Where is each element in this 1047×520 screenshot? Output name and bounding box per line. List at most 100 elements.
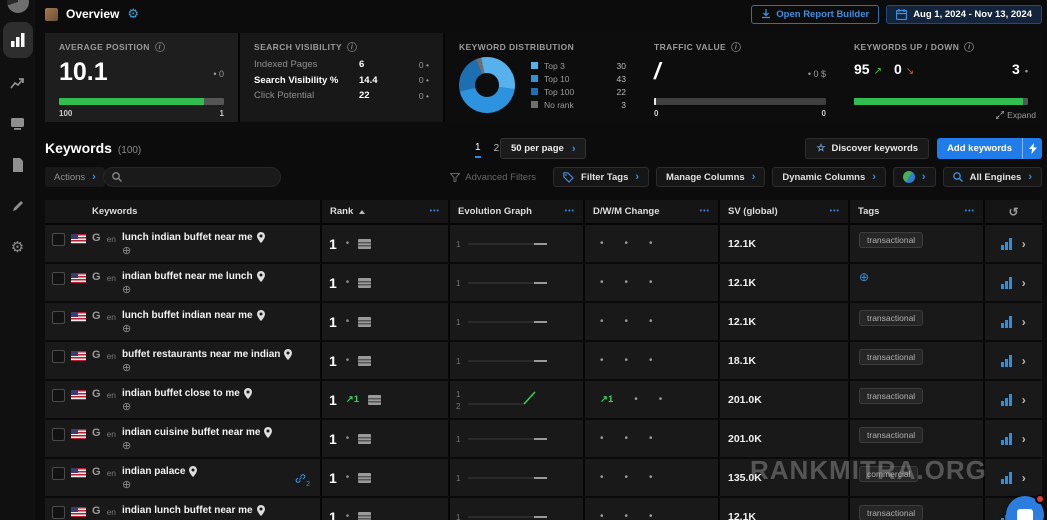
chat-widget-button[interactable] — [1006, 494, 1045, 520]
row-expand-chevron[interactable]: › — [1022, 354, 1026, 368]
page-1-button[interactable]: 1 — [475, 142, 481, 158]
add-keywords-button[interactable]: Add keywords — [937, 138, 1022, 159]
refresh-column[interactable]: ↺ — [983, 200, 1042, 223]
add-tag-icon[interactable]: ⊕ — [859, 271, 869, 283]
serp-preview-icon[interactable] — [358, 472, 372, 483]
sidebar-item-edit[interactable] — [3, 190, 33, 222]
keyword-text[interactable]: indian cuisine buffet near me — [122, 427, 260, 438]
add-related-icon[interactable]: ⊕ — [122, 480, 197, 491]
click-potential-row[interactable]: Click Potential 22 0 • — [254, 90, 429, 101]
row-checkbox[interactable] — [52, 272, 65, 285]
column-keywords[interactable]: Keywords — [45, 200, 320, 223]
table-row[interactable]: G en indian lunch buffet near me ⊕ 1 • — [45, 498, 1042, 520]
info-icon[interactable]: i — [964, 42, 975, 52]
sidebar-item-documents[interactable] — [3, 149, 33, 181]
keyword-text[interactable]: indian buffet near me lunch — [122, 271, 253, 282]
keyword-stats-icon[interactable] — [1001, 276, 1012, 289]
date-range-picker[interactable]: Aug 1, 2024 - Nov 13, 2024 — [886, 4, 1042, 24]
locale-selector-button[interactable]: › — [892, 167, 936, 187]
table-row[interactable]: G en indian palace ⊕ 2 1 • 1 • • • 135.0… — [45, 459, 1042, 498]
row-expand-chevron[interactable]: › — [1022, 237, 1026, 251]
evolution-graph[interactable]: 1 — [448, 264, 583, 301]
tag-badge[interactable]: transactional — [859, 388, 924, 404]
sidebar-item-reports[interactable] — [3, 108, 33, 140]
magic-add-button[interactable] — [1022, 138, 1042, 159]
serp-preview-icon[interactable] — [358, 238, 372, 249]
keyword-stats-icon[interactable] — [1001, 237, 1012, 250]
info-icon[interactable]: i — [154, 42, 165, 52]
keyword-stats-icon[interactable] — [1001, 432, 1012, 445]
keyword-text[interactable]: indian buffet close to me — [122, 388, 240, 399]
table-row[interactable]: G en buffet restaurants near me indian ⊕… — [45, 342, 1042, 381]
keyword-stats-icon[interactable] — [1001, 315, 1012, 328]
sidebar-item-settings[interactable]: ⚙ — [3, 231, 33, 263]
manage-columns-button[interactable]: Manage Columns › — [656, 167, 766, 187]
evolution-graph[interactable]: 1 — [448, 303, 583, 340]
evolution-graph[interactable]: 1 — [448, 225, 583, 262]
evolution-graph[interactable]: 1 — [448, 498, 583, 520]
row-checkbox[interactable] — [52, 467, 65, 480]
row-checkbox[interactable] — [52, 311, 65, 324]
column-tags[interactable]: Tags ••• — [848, 200, 983, 223]
add-related-icon[interactable]: ⊕ — [122, 363, 292, 374]
sidebar-item-trends[interactable] — [3, 67, 33, 99]
keyword-stats-icon[interactable] — [1001, 354, 1012, 367]
serp-preview-icon[interactable] — [358, 316, 372, 327]
discover-keywords-button[interactable]: ☆ Discover keywords — [805, 138, 930, 159]
row-checkbox[interactable] — [52, 233, 65, 246]
info-icon[interactable]: i — [731, 42, 742, 52]
serp-preview-icon[interactable] — [358, 433, 372, 444]
info-icon[interactable]: i — [347, 42, 358, 52]
serp-preview-icon[interactable] — [358, 277, 372, 288]
keyword-text[interactable]: lunch indian buffet near me — [122, 232, 253, 243]
tag-badge[interactable]: commercial — [859, 466, 919, 482]
evolution-graph[interactable]: 1 2 — [448, 381, 583, 418]
row-checkbox[interactable] — [52, 389, 65, 402]
all-engines-button[interactable]: All Engines › — [942, 167, 1042, 187]
column-sv-global[interactable]: SV (global) ••• — [718, 200, 848, 223]
tag-badge[interactable]: transactional — [859, 232, 924, 248]
tag-badge[interactable]: transactional — [859, 427, 924, 443]
overview-settings-gear-icon[interactable]: ⚙ — [127, 6, 139, 22]
keyword-text[interactable]: lunch buffet indian near me — [122, 310, 253, 321]
column-menu-icon[interactable]: ••• — [965, 208, 975, 215]
keyword-stats-icon[interactable] — [1001, 471, 1012, 484]
column-menu-icon[interactable]: ••• — [830, 208, 840, 215]
linked-keywords-icon[interactable]: 2 — [295, 473, 310, 488]
table-row[interactable]: G en lunch indian buffet near me ⊕ 1 • 1… — [45, 225, 1042, 264]
column-evolution[interactable]: Evolution Graph ••• — [448, 200, 583, 223]
expand-button[interactable]: Expand — [996, 110, 1036, 120]
add-related-icon[interactable]: ⊕ — [122, 285, 265, 296]
tag-badge[interactable]: transactional — [859, 310, 924, 326]
keyword-text[interactable]: buffet restaurants near me indian — [122, 349, 280, 360]
column-menu-icon[interactable]: ••• — [565, 208, 575, 215]
row-expand-chevron[interactable]: › — [1022, 315, 1026, 329]
keyword-text[interactable]: indian palace — [122, 466, 185, 477]
tag-badge[interactable]: transactional — [859, 349, 924, 365]
sidebar-item-rankings[interactable] — [2, 22, 33, 58]
row-checkbox[interactable] — [52, 350, 65, 363]
row-expand-chevron[interactable]: › — [1022, 432, 1026, 446]
evolution-graph[interactable]: 1 — [448, 342, 583, 379]
add-related-icon[interactable]: ⊕ — [122, 324, 265, 335]
open-report-builder-button[interactable]: Open Report Builder — [751, 4, 880, 24]
search-visibility-row[interactable]: Search Visibility % 14.4 0 • — [254, 75, 429, 86]
tag-badge[interactable]: transactional — [859, 505, 924, 520]
evolution-graph[interactable]: 1 — [448, 459, 583, 496]
keyword-text[interactable]: indian lunch buffet near me — [122, 505, 253, 516]
table-row[interactable]: G en indian buffet near me lunch ⊕ 1 • 1… — [45, 264, 1042, 303]
advanced-filters-button[interactable]: Advanced Filters — [450, 172, 536, 183]
refresh-icon[interactable]: ↺ — [1008, 205, 1018, 219]
row-checkbox[interactable] — [52, 506, 65, 519]
per-page-select[interactable]: 50 per page › — [500, 138, 587, 159]
table-row[interactable]: G en indian buffet close to me ⊕ 1 ↗1 1 … — [45, 381, 1042, 420]
dynamic-columns-button[interactable]: Dynamic Columns › — [772, 167, 886, 187]
filter-tags-button[interactable]: Filter Tags › — [553, 167, 650, 187]
column-menu-icon[interactable]: ••• — [430, 208, 440, 215]
page-2-button[interactable]: 2 — [494, 143, 500, 157]
row-expand-chevron[interactable]: › — [1022, 276, 1026, 290]
row-expand-chevron[interactable]: › — [1022, 471, 1026, 485]
add-related-icon[interactable]: ⊕ — [122, 441, 272, 452]
evolution-graph[interactable]: 1 — [448, 420, 583, 457]
search-input[interactable] — [127, 171, 272, 183]
